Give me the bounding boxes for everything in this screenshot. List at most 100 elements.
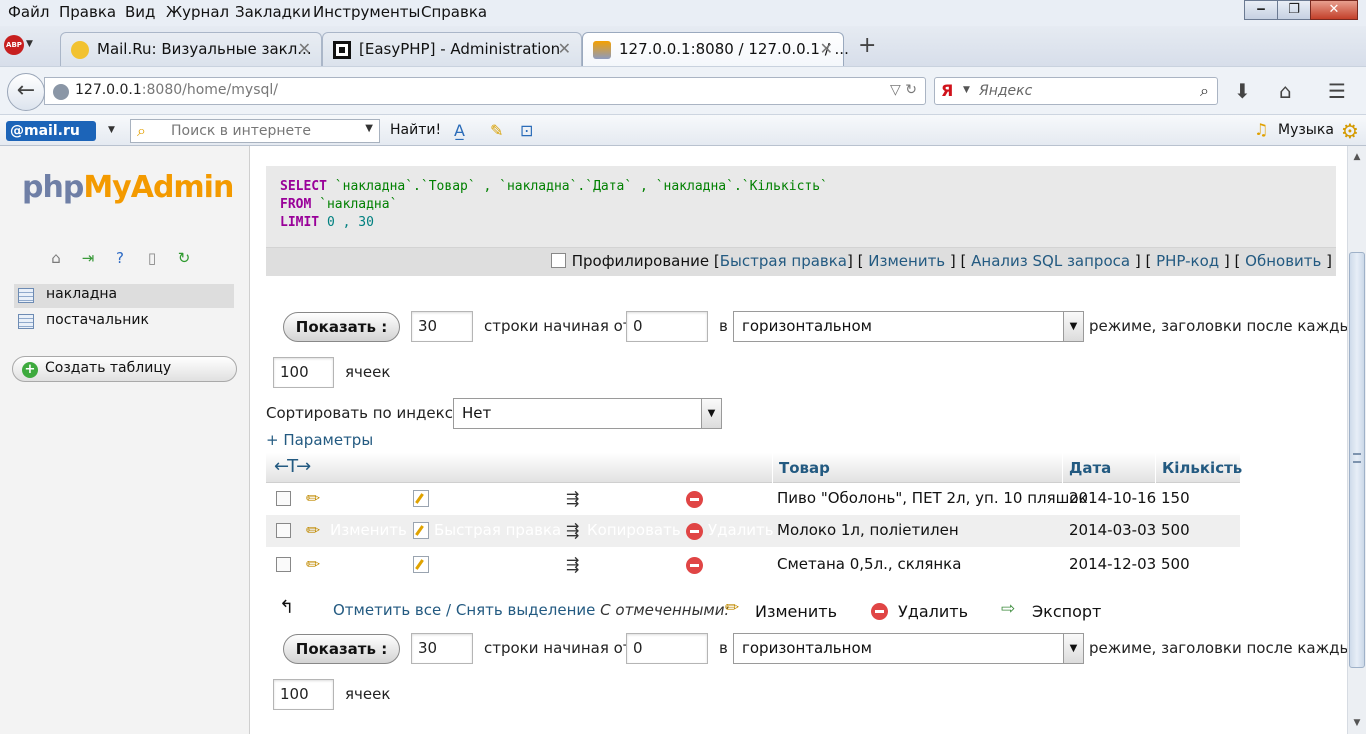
inline-edit-icon[interactable] (413, 522, 429, 539)
tab-easyphp[interactable]: [EasyPHP] - Administration ✕ (322, 32, 582, 66)
row-checkbox[interactable] (276, 523, 291, 538)
new-tab-button[interactable]: + (858, 33, 876, 58)
edit-pencil-icon[interactable]: ✏ (306, 489, 320, 509)
menu-edit[interactable]: Правка (59, 3, 116, 21)
yandex-icon[interactable]: Я (941, 81, 959, 101)
bulk-delete-button[interactable]: Удалить (898, 602, 968, 621)
column-header-data[interactable]: Дата (1062, 453, 1155, 483)
maximize-button[interactable]: ❐ (1277, 0, 1311, 20)
edit-link[interactable]: Изменить (868, 252, 945, 270)
vertical-scrollbar[interactable]: ▲ ▼ (1347, 146, 1366, 734)
check-all-link[interactable]: Отметить все (333, 601, 441, 619)
options-link[interactable]: + Параметры (266, 431, 373, 449)
edit-pencil-icon[interactable]: ✏ (306, 521, 320, 541)
copy-icon[interactable]: ⇶ (566, 555, 579, 574)
edit-pencil-icon[interactable]: ✏ (306, 555, 320, 575)
delete-icon[interactable] (686, 491, 703, 508)
column-header-kilkist[interactable]: Кількість (1155, 453, 1242, 483)
cells-input[interactable]: 100 (273, 679, 334, 710)
highlight-icon[interactable]: ✎ (490, 121, 503, 140)
bulk-export-button[interactable]: Экспорт (1032, 602, 1101, 621)
show-button[interactable]: Показать : (283, 634, 400, 664)
delete-icon[interactable] (686, 557, 703, 574)
menu-view[interactable]: Вид (125, 3, 155, 21)
download-icon[interactable]: ⬇ (1234, 79, 1251, 103)
row-checkbox[interactable] (276, 491, 291, 506)
menu-history[interactable]: Журнал (166, 3, 229, 21)
gear-icon[interactable]: ⚙ (1341, 119, 1359, 143)
sidebar-table-postachalnyk[interactable]: постачальник (14, 310, 234, 334)
inline-edit-link[interactable]: Быстрая правка (720, 252, 847, 270)
help-icon[interactable]: ? (110, 248, 130, 268)
mailru-search-input[interactable]: ⌕ Поиск в интернете ▼ (130, 119, 380, 143)
mode-select[interactable]: горизонтальном ▼ (733, 633, 1084, 664)
menu-file[interactable]: Файл (8, 3, 49, 21)
row-checkbox[interactable] (276, 557, 291, 572)
profiling-checkbox[interactable] (550, 253, 566, 268)
home-icon[interactable]: ⌂ (46, 248, 66, 268)
menu-tools[interactable]: Инструменты (313, 3, 420, 21)
column-header-tovar[interactable]: Товар (772, 453, 1062, 483)
rows-input[interactable]: 30 (411, 633, 473, 664)
inline-edit-icon[interactable] (413, 556, 429, 573)
explain-sql-link[interactable]: Анализ SQL запроса (971, 252, 1130, 270)
mode-select[interactable]: горизонтальном ▼ (733, 311, 1084, 342)
reload-icon[interactable]: ↻ (174, 248, 194, 268)
rows-input[interactable]: 30 (411, 311, 473, 342)
chevron-down-icon[interactable]: ▼ (26, 39, 33, 49)
refresh-link[interactable]: Обновить (1245, 252, 1321, 270)
uncheck-all-link[interactable]: Снять выделение (456, 601, 596, 619)
php-code-link[interactable]: PHP-код (1156, 252, 1219, 270)
delete-icon[interactable] (686, 523, 703, 540)
start-input[interactable]: 0 (626, 633, 708, 664)
inline-edit-icon[interactable] (413, 490, 429, 507)
chevron-down-icon[interactable]: ▼ (963, 85, 970, 95)
tab-mailru[interactable]: Mail.Ru: Визуальные закл... ✕ (60, 32, 322, 66)
close-window-button[interactable]: ✕ (1310, 0, 1358, 20)
search-icon[interactable]: ⌕ (1200, 81, 1209, 101)
reload-icon[interactable]: ▽ ↻ (890, 82, 917, 98)
home-icon[interactable]: ⌂ (1279, 79, 1292, 103)
back-button[interactable]: ← (7, 73, 45, 111)
sort-select[interactable]: Нет ▼ (453, 398, 722, 429)
font-size-icon[interactable]: A̲ (454, 121, 465, 140)
inline-edit-link[interactable]: Быстрая правка (434, 521, 561, 539)
url-text[interactable]: 127.0.0.1:8080/home/mysql/ (75, 82, 278, 98)
menu-bookmarks[interactable]: Закладки (235, 3, 311, 21)
adblock-icon[interactable]: ABP (4, 35, 24, 55)
sidebar-table-nakladna[interactable]: накладна (14, 284, 234, 308)
cells-input[interactable]: 100 (273, 357, 334, 388)
delete-link[interactable]: Удалить (708, 521, 774, 539)
menu-icon[interactable]: ☰ (1328, 79, 1346, 103)
tab-close-icon[interactable]: ✕ (298, 39, 311, 58)
music-icon[interactable]: ♫ (1254, 120, 1268, 139)
edit-link[interactable]: Изменить (330, 521, 407, 539)
start-input[interactable]: 0 (626, 311, 708, 342)
copy-icon[interactable]: ⇶ (566, 521, 579, 540)
scrollbar-thumb[interactable] (1349, 252, 1365, 668)
mailru-logo[interactable]: @mail.ru (6, 121, 96, 141)
sql-keyword[interactable]: SELECT (280, 179, 327, 194)
chevron-down-icon[interactable]: ▼ (365, 123, 373, 134)
minimize-button[interactable]: ‒ (1244, 0, 1278, 20)
copy-link[interactable]: Копировать (587, 521, 681, 539)
search-bar[interactable]: Я ▼ Яндекс ⌕ (934, 77, 1218, 105)
logout-icon[interactable]: ⇥ (78, 248, 98, 268)
docs-icon[interactable]: ▯ (142, 248, 162, 268)
scroll-up-icon[interactable]: ▲ (1349, 149, 1365, 165)
tab-close-icon[interactable]: ✕ (558, 39, 571, 58)
scroll-down-icon[interactable]: ▼ (1349, 715, 1365, 731)
phpmyadmin-logo[interactable]: phpMyAdmin (22, 170, 234, 205)
bulk-edit-button[interactable]: Изменить (755, 602, 837, 621)
copy-icon[interactable]: ⇶ (566, 489, 579, 508)
chevron-down-icon[interactable]: ▼ (108, 125, 115, 135)
show-button[interactable]: Показать : (283, 312, 400, 342)
tab-phpmyadmin[interactable]: 127.0.0.1:8080 / 127.0.0.1 / ... ✕ (582, 32, 849, 66)
tab-close-icon[interactable]: ✕ (820, 39, 833, 58)
menu-help[interactable]: Справка (421, 3, 487, 21)
url-bar[interactable]: 127.0.0.1:8080/home/mysql/ ▽ ↻ (44, 77, 926, 105)
search-button[interactable]: Найти! (390, 122, 441, 138)
column-toggle-icon[interactable]: ←T→ (274, 456, 311, 477)
music-label[interactable]: Музыка (1278, 122, 1334, 138)
create-table-button[interactable]: + Создать таблицу (12, 356, 237, 382)
